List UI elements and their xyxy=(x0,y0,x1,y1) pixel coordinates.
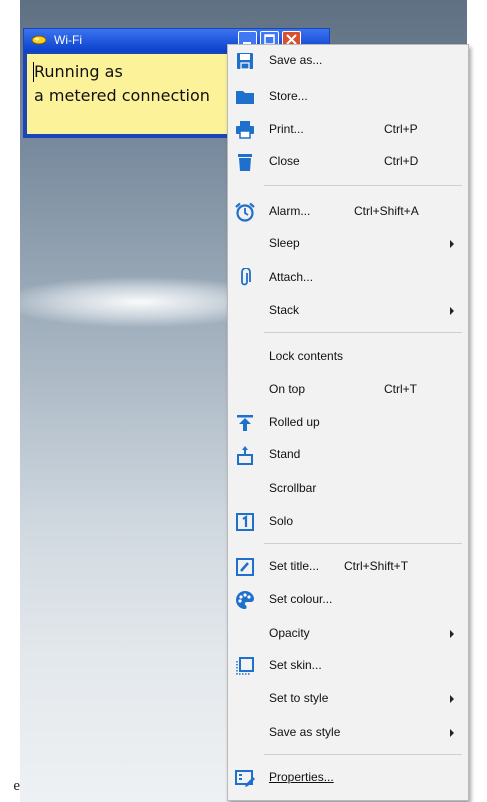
menu-item-label: Rolled up xyxy=(269,415,320,429)
palette-icon xyxy=(234,590,256,610)
edge-text: e xyxy=(13,778,20,794)
submenu-arrow-icon xyxy=(450,630,454,638)
solo-icon xyxy=(234,512,256,532)
menu-item-label: Save as... xyxy=(269,53,323,67)
stand-icon xyxy=(234,445,256,465)
properties-icon xyxy=(234,768,256,788)
menu-item-rolled-up[interactable]: Rolled up xyxy=(228,409,468,437)
menu-item-store[interactable]: Store... xyxy=(228,83,468,111)
submenu-arrow-icon xyxy=(450,729,454,737)
menu-item-label: Store... xyxy=(269,89,308,103)
menu-item-label: Solo xyxy=(269,514,294,528)
menu-item-print[interactable]: Print... Ctrl+P xyxy=(228,116,468,144)
menu-separator xyxy=(264,754,462,755)
folder-icon xyxy=(234,87,256,107)
menu-item-label: Properties... xyxy=(269,770,334,784)
menu-item-lock-contents[interactable]: Lock contents xyxy=(228,343,468,371)
menu-item-label: Sleep xyxy=(269,236,300,250)
menu-separator xyxy=(264,185,462,186)
submenu-arrow-icon xyxy=(450,307,454,315)
menu-item-shortcut: Ctrl+T xyxy=(384,382,417,396)
menu-item-label: Attach... xyxy=(269,270,314,284)
menu-item-label: Close xyxy=(269,154,300,168)
menu-separator xyxy=(264,543,462,544)
menu-item-on-top[interactable]: On top Ctrl+T xyxy=(228,376,468,404)
trash-icon xyxy=(234,152,256,172)
menu-item-set-to-style[interactable]: Set to style xyxy=(228,685,468,713)
menu-item-set-skin[interactable]: Set skin... xyxy=(228,652,468,680)
menu-item-sleep[interactable]: Sleep xyxy=(228,230,468,258)
menu-item-set-colour[interactable]: Set colour... xyxy=(228,586,468,614)
menu-item-label: Alarm... xyxy=(269,204,311,218)
menu-item-label: Lock contents xyxy=(269,349,344,363)
menu-item-label: Set colour... xyxy=(269,592,333,606)
menu-item-stack[interactable]: Stack xyxy=(228,297,468,325)
menu-item-set-title[interactable]: Set title... Ctrl+Shift+T xyxy=(228,553,468,581)
menu-item-label: Stack xyxy=(269,303,300,317)
menu-item-shortcut: Ctrl+Shift+T xyxy=(344,559,409,573)
save-icon xyxy=(234,51,256,71)
menu-item-label: Set skin... xyxy=(269,658,322,672)
note-pin-icon xyxy=(31,33,47,50)
menu-item-attach[interactable]: Attach... xyxy=(228,264,468,292)
menu-item-properties[interactable]: Properties... xyxy=(228,764,468,792)
menu-item-scrollbar[interactable]: Scrollbar xyxy=(228,475,468,503)
menu-item-close[interactable]: Close Ctrl+D xyxy=(228,148,468,176)
skin-icon xyxy=(234,656,256,676)
paperclip-icon xyxy=(234,267,256,288)
menu-item-opacity[interactable]: Opacity xyxy=(228,620,468,648)
menu-item-label: Opacity xyxy=(269,626,310,640)
note-line-1: Running as xyxy=(34,62,123,81)
menu-item-save-as-style[interactable]: Save as style xyxy=(228,719,468,747)
note-line-2: a metered connection xyxy=(34,86,210,105)
menu-item-shortcut: Ctrl+D xyxy=(384,154,419,168)
menu-item-shortcut: Ctrl+P xyxy=(384,122,418,136)
submenu-arrow-icon xyxy=(450,240,454,248)
pencil-icon xyxy=(234,557,256,577)
submenu-arrow-icon xyxy=(450,695,454,703)
menu-item-alarm[interactable]: Alarm... Ctrl+Shift+A xyxy=(228,198,468,226)
roll-up-icon xyxy=(234,413,256,433)
menu-item-label: Print... xyxy=(269,122,304,136)
menu-item-label: Save as style xyxy=(269,725,341,739)
menu-item-label: On top xyxy=(269,382,306,396)
menu-separator xyxy=(264,332,462,333)
note-title: Wi-Fi xyxy=(54,33,82,47)
menu-item-label: Set title... xyxy=(269,559,320,573)
menu-item-label: Stand xyxy=(269,447,301,461)
menu-item-label: Scrollbar xyxy=(269,481,317,495)
print-icon xyxy=(234,120,256,140)
menu-item-stand[interactable]: Stand xyxy=(228,441,468,469)
context-menu: Save as... Store... Print... Ctrl+P Clos… xyxy=(227,44,469,801)
menu-item-label: Set to style xyxy=(269,691,329,705)
menu-item-shortcut: Ctrl+Shift+A xyxy=(354,204,419,218)
menu-item-save-as[interactable]: Save as... xyxy=(228,47,468,75)
alarm-clock-icon xyxy=(234,202,256,222)
menu-item-solo[interactable]: Solo xyxy=(228,508,468,536)
